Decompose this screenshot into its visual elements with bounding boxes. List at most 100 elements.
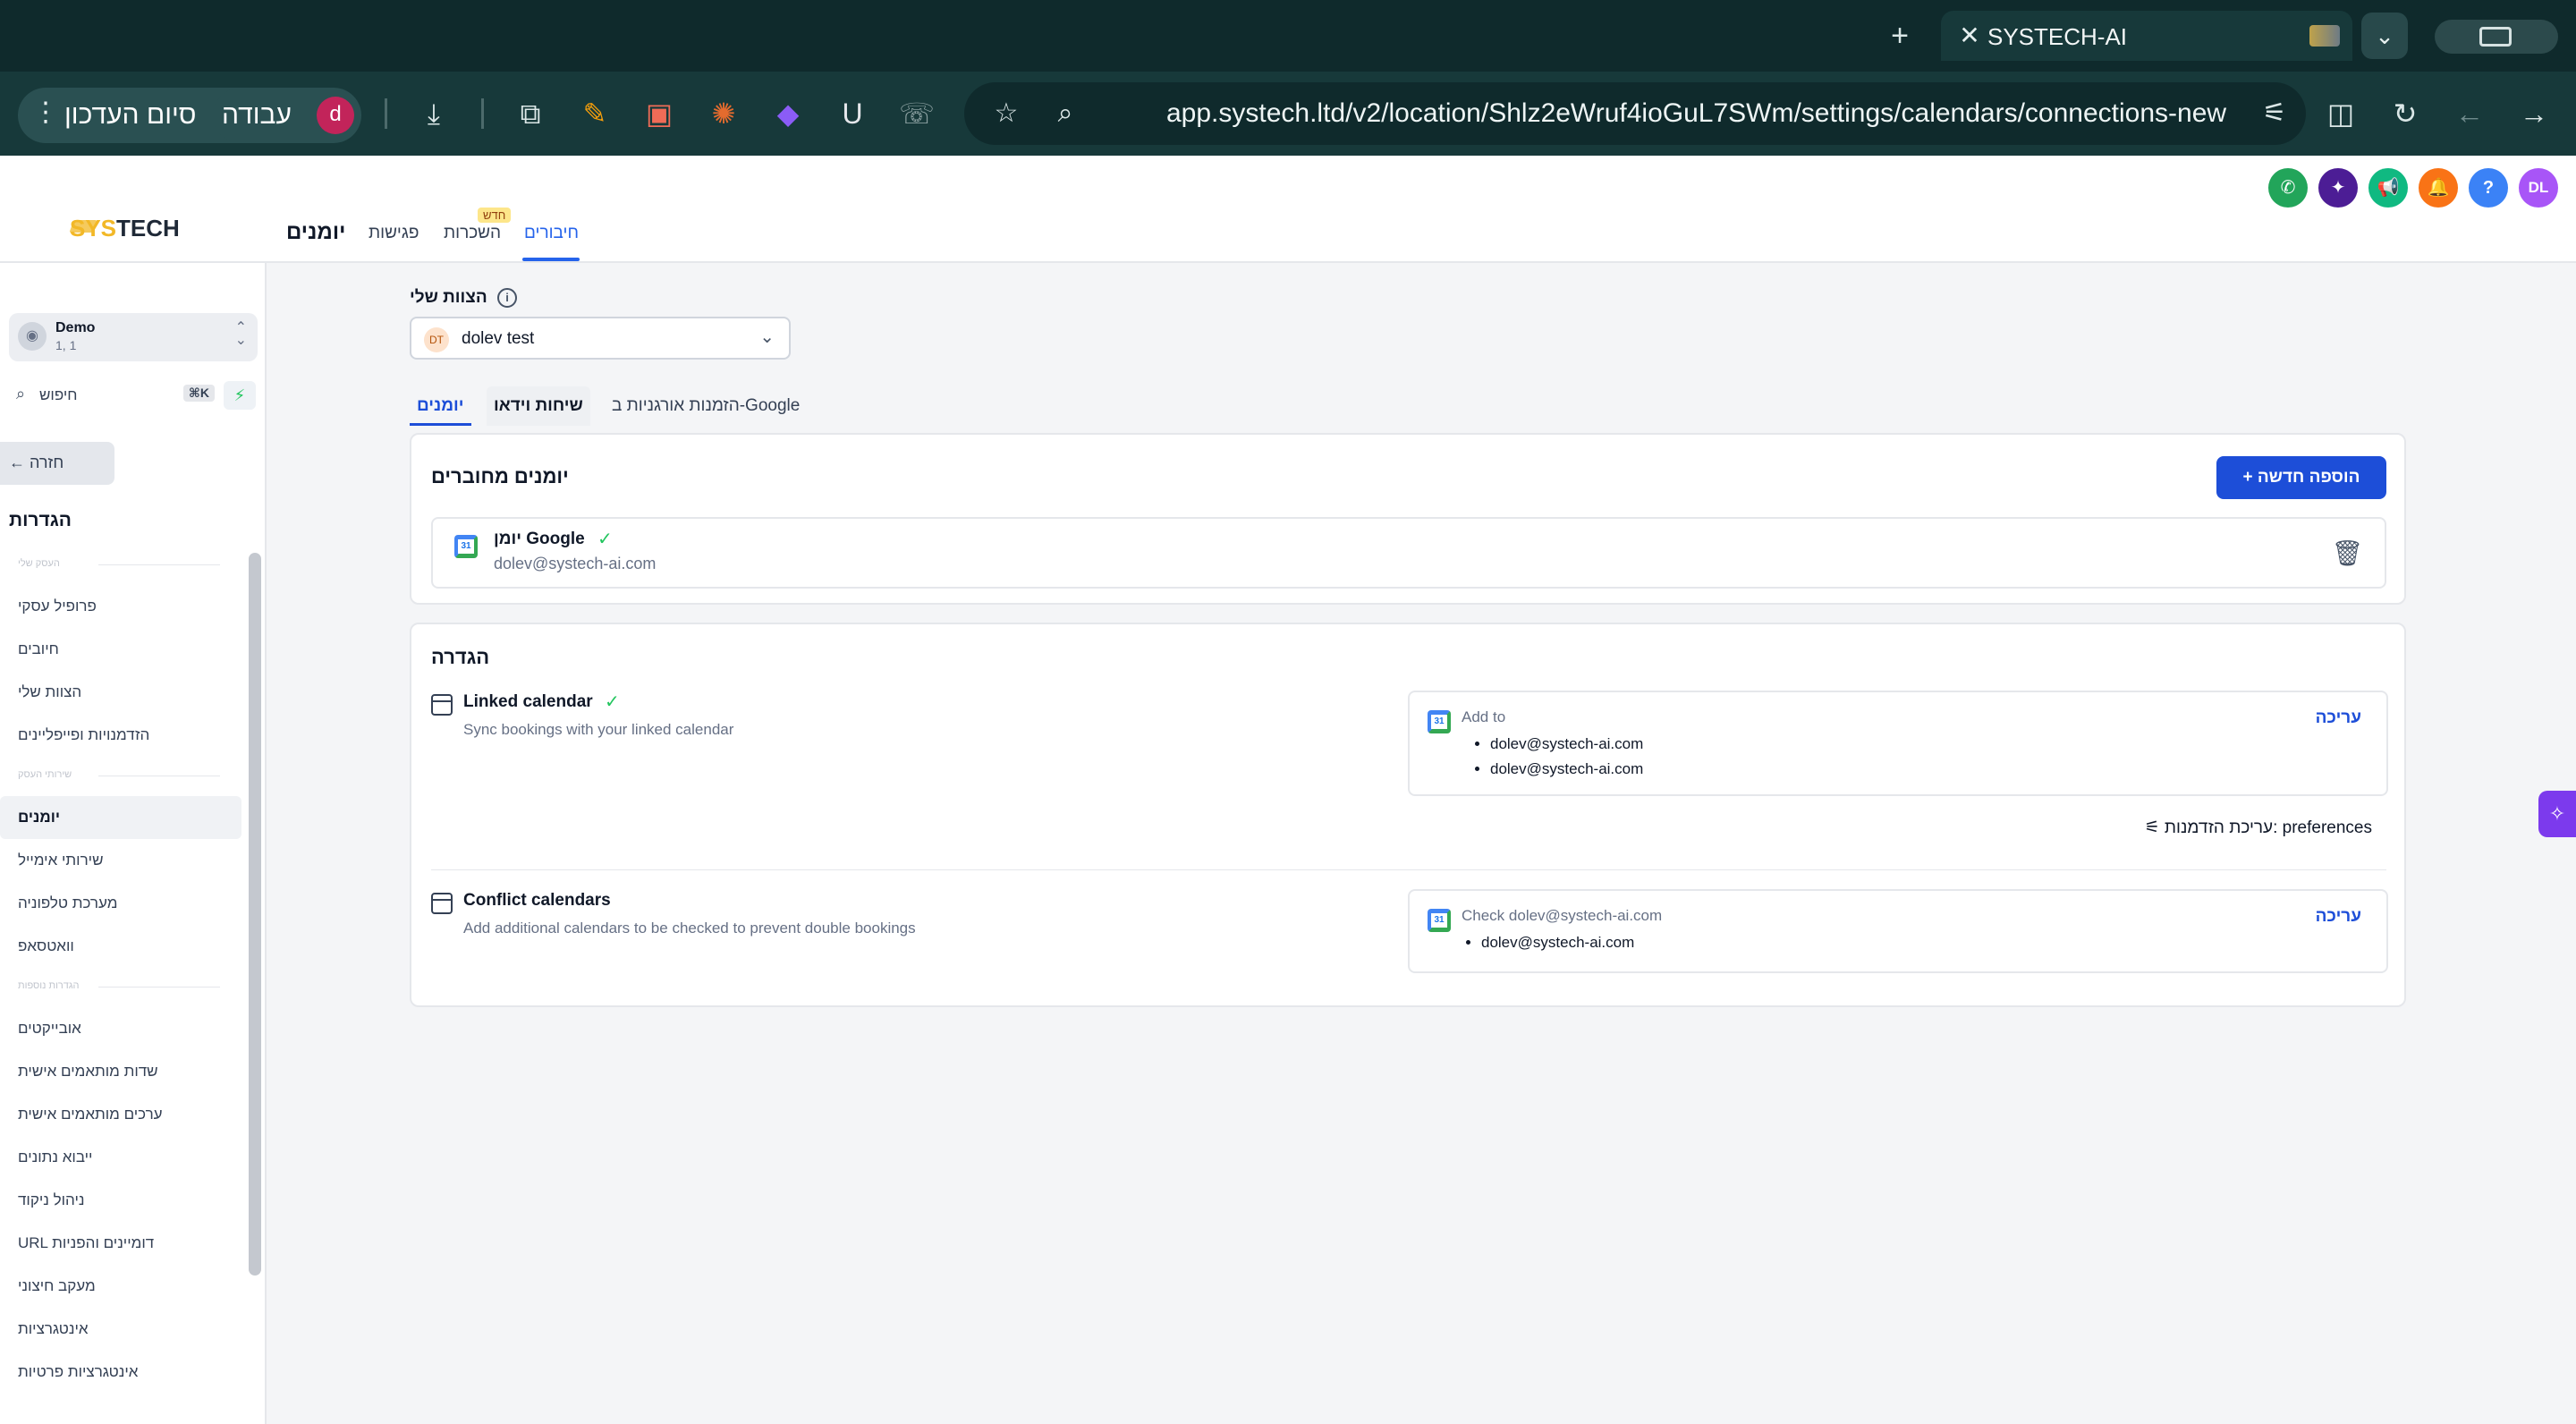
calendar-icon [431, 893, 453, 914]
forward-icon[interactable]: ← [2447, 91, 2492, 136]
account-sub: 1, 1 [55, 338, 77, 352]
ai-sparkle-icon[interactable]: ✦ [2318, 168, 2358, 208]
help-icon[interactable]: ? [2469, 168, 2508, 208]
profile-switcher[interactable] [2435, 20, 2558, 54]
pen-extension-icon[interactable]: ✎ [572, 91, 617, 136]
sidebar-item-external-tracking[interactable]: מעקב חיצוני [0, 1265, 242, 1308]
tab-rentals[interactable]: השכרות [444, 224, 501, 243]
sidebar-item-calendars[interactable]: יומנים [0, 796, 242, 839]
active-tab[interactable]: ✕ SYSTECH-AI [1941, 11, 2352, 61]
url-text[interactable]: app.systech.ltd/v2/location/Shlz2eWruf4i… [1166, 98, 2226, 129]
check-list: dolev@systech-ai.com [1481, 930, 1634, 955]
sidebar-item-private-integrations[interactable]: אינטגרציות פרטיות [0, 1351, 242, 1394]
app: SYSTECH יומנים פגישות השכרות חדש חיבורים… [0, 156, 2576, 1424]
add-new-button[interactable]: + הוספה חדשה [2216, 456, 2386, 499]
sidebar-item-custom-fields[interactable]: שדות מותאמים אישית [0, 1050, 242, 1093]
site-settings-icon[interactable]: ⚟ [2252, 91, 2297, 136]
screenshot-extension-icon[interactable]: ▣ [637, 91, 682, 136]
sidebar-item-objects[interactable]: אובייקטים [0, 1007, 242, 1050]
connected-calendars-card: יומנים מחוברים + הוספה חדשה יומן Google … [410, 433, 2406, 605]
subtab-google-organic[interactable]: הזמנות אורגניות ב-Google [605, 386, 807, 426]
profile-button[interactable]: עבודה d [213, 88, 361, 143]
section-divider [431, 869, 2386, 870]
preferences-link[interactable]: ⚟ עריכת הזדמנות: preferences [2145, 818, 2372, 838]
google-calendar-icon [454, 535, 478, 558]
download-icon[interactable]: ⤓ [411, 91, 456, 136]
toolbar-divider [481, 98, 484, 129]
account-icon: ◉ [18, 322, 47, 351]
add-to-list: dolev@systech-ai.com dolev@systech-ai.co… [1490, 732, 1643, 782]
favicon-icon [2309, 25, 2340, 47]
sidebar-item-custom-values[interactable]: ערכים מותאמים אישית [0, 1093, 242, 1136]
quick-action-bolt-icon[interactable]: ⚡ [224, 381, 256, 410]
reload-icon[interactable]: ↻ [2383, 91, 2428, 136]
user-avatar[interactable]: DL [2519, 168, 2558, 208]
calendar-icon [431, 694, 453, 716]
list-item: dolev@systech-ai.com [1490, 732, 1643, 757]
close-icon[interactable]: ✕ [1953, 20, 1986, 52]
team-select[interactable]: DT dolev test ⌄ [410, 317, 791, 360]
tab-title: SYSTECH-AI [1987, 23, 2128, 50]
tab-list-button[interactable]: ⌄ [2361, 13, 2408, 59]
claude-extension-icon[interactable]: ✺ [701, 91, 746, 136]
subtab-calendars[interactable]: יומנים [410, 386, 471, 426]
check-calendars-box: Check dolev@systech-ai.com dolev@systech… [1408, 889, 2388, 973]
account-name: Demo [55, 320, 96, 335]
ai-assistant-icon[interactable]: ✧ [2538, 791, 2576, 837]
conflict-calendars-desc: Add additional calendars to be checked t… [463, 920, 916, 937]
edit-link[interactable]: עריכה [2316, 708, 2361, 728]
extensions-icon[interactable]: ⧉ [508, 91, 553, 136]
sidebar-item-billing[interactable]: חיובים [0, 628, 242, 671]
bell-icon[interactable]: 🔔 [2419, 168, 2458, 208]
tab-appointments[interactable]: פגישות [369, 224, 419, 243]
search-input[interactable]: ⌕ חיפוש ⌘K [9, 381, 215, 410]
address-bar[interactable]: ☆ ⌕ app.systech.ltd/v2/location/Shlz2eWr… [964, 82, 2306, 145]
split-view-icon[interactable]: ◫ [2318, 91, 2363, 136]
tab-connections[interactable]: חיבורים [524, 224, 579, 243]
sidebar-item-whatsapp[interactable]: וואטסאפ [0, 925, 242, 968]
sidebar-item-my-team[interactable]: הצוות שלי [0, 671, 242, 714]
main-content: הצוות שלי i DT dolev test ⌄ יומנים שיחות… [268, 263, 2576, 1424]
active-tab-indicator [522, 258, 580, 261]
linked-calendar-title: Linked calendar [463, 692, 593, 711]
u-extension-icon[interactable]: U [830, 91, 875, 136]
check-icon: ✓ [597, 530, 613, 549]
edit-link[interactable]: עריכה [2316, 907, 2361, 927]
megaphone-icon[interactable]: 📢 [2368, 168, 2408, 208]
trash-icon[interactable]: 🗑 [2331, 538, 2363, 568]
new-tab-button[interactable]: + [1882, 18, 1918, 54]
star-icon[interactable]: ☆ [984, 91, 1029, 136]
zoom-icon[interactable]: ⌕ [1043, 91, 1088, 136]
back-icon[interactable]: → [2512, 91, 2556, 136]
sidebar-item-scoring[interactable]: ניהול ניקוד [0, 1179, 242, 1222]
sidebar-item-opportunities[interactable]: הזדמנויות ופייפליינים [0, 714, 242, 757]
sidebar-item-data-import[interactable]: ייבוא נתונים [0, 1136, 242, 1179]
phone-icon[interactable]: ✆ [2268, 168, 2308, 208]
logo[interactable]: SYSTECH [70, 215, 180, 242]
sidebar-item-domains[interactable]: URL דומיינים והפניות [0, 1222, 242, 1265]
info-icon[interactable]: i [497, 288, 517, 308]
sidebar-scroll-thumb[interactable] [249, 553, 261, 1276]
phone-extension-icon[interactable]: ☏ [894, 91, 939, 136]
update-label: סיום העדכון [64, 100, 197, 130]
sidebar-item-telephony[interactable]: מערכת טלפוניה [0, 882, 242, 925]
more-icon[interactable]: ⋮ [32, 97, 59, 128]
add-to-label: Add to [1462, 708, 1506, 725]
team-select-value: dolev test [462, 329, 535, 348]
sidebar-item-integrations[interactable]: אינטגרציות [0, 1308, 242, 1351]
linked-calendar-desc: Sync bookings with your linked calendar [463, 721, 734, 738]
account-switcher[interactable]: ◉ Demo 1, 1 ⌃ ⌄ [9, 313, 258, 361]
back-button[interactable]: ← חזרה [0, 442, 114, 485]
group-label: העסק שלי [18, 558, 60, 569]
connected-calendars-title: יומנים מחוברים [431, 465, 569, 487]
subtab-video-calls[interactable]: שיחות וידאו [487, 386, 590, 426]
calendar-name: יומן Google [494, 530, 585, 548]
sidebar-item-business-profile[interactable]: פרופיל עסקי [0, 585, 242, 628]
sidebar-item-email[interactable]: שירותי אימייל [0, 839, 242, 882]
new-badge: חדש [478, 208, 512, 223]
obsidian-extension-icon[interactable]: ◆ [766, 91, 810, 136]
group-divider [98, 564, 220, 565]
settings-heading: הגדרות [9, 510, 72, 530]
check-label: Check dolev@systech-ai.com [1462, 907, 1663, 924]
back-label: ← חזרה [9, 453, 64, 471]
